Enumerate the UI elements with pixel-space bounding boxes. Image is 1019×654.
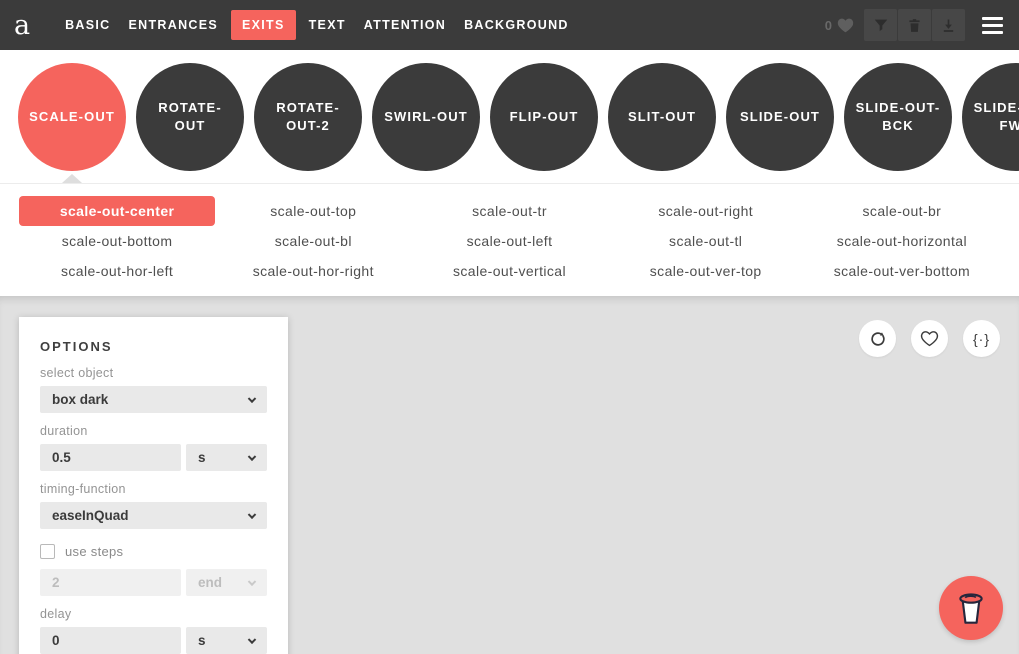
variation-scale-out-tl[interactable]: scale-out-tl — [608, 226, 804, 256]
select-object-dropdown[interactable]: box dark — [40, 386, 267, 413]
download-icon — [940, 17, 957, 34]
category-slide-out[interactable]: SLIDE-OUT — [726, 63, 834, 171]
variation-scale-out-bottom[interactable]: scale-out-bottom — [19, 226, 215, 256]
active-category-caret — [62, 174, 82, 183]
use-steps-label: use steps — [65, 544, 123, 559]
delete-button[interactable] — [898, 9, 931, 41]
category-swirl-out[interactable]: SWIRL-OUT — [372, 63, 480, 171]
favorites-count: 0 — [825, 18, 832, 33]
category-rotate-out-2[interactable]: ROTATE-OUT-2 — [254, 63, 362, 171]
code-icon: {·} — [973, 331, 990, 347]
select-object-value: box dark — [52, 392, 108, 407]
delay-unit-value: s — [198, 633, 206, 648]
chevron-down-icon — [248, 452, 256, 460]
variation-scale-out-br[interactable]: scale-out-br — [804, 196, 1000, 226]
options-title: OPTIONS — [40, 339, 267, 354]
menu-item-background[interactable]: BACKGROUND — [455, 10, 578, 40]
chevron-down-icon — [248, 577, 256, 585]
refresh-icon — [869, 330, 887, 348]
animista-logo[interactable]: a — [14, 12, 30, 39]
variation-scale-out-right[interactable]: scale-out-right — [608, 196, 804, 226]
duration-label: duration — [40, 424, 267, 438]
navbar-right: 0 — [825, 9, 1005, 41]
chevron-down-icon — [248, 510, 256, 518]
menu-item-attention[interactable]: ATTENTION — [355, 10, 455, 40]
category-rotate-out[interactable]: ROTATE-OUT — [136, 63, 244, 171]
generate-code-button[interactable]: {·} — [963, 320, 1000, 357]
variation-list: scale-out-center scale-out-top scale-out… — [0, 183, 1019, 296]
buy-coffee-button[interactable] — [939, 576, 1003, 640]
steps-count-input — [40, 569, 181, 596]
variation-scale-out-ver-top[interactable]: scale-out-ver-top — [608, 256, 804, 286]
select-object-label: select object — [40, 366, 267, 380]
menu-item-basic[interactable]: BASIC — [56, 10, 119, 40]
variation-scale-out-top[interactable]: scale-out-top — [215, 196, 411, 226]
use-steps-checkbox[interactable] — [40, 544, 55, 559]
variation-scale-out-ver-bottom[interactable]: scale-out-ver-bottom — [804, 256, 1000, 286]
steps-mode-value: end — [198, 575, 222, 590]
category-slide-out-bck[interactable]: SLIDE-OUT-BCK — [844, 63, 952, 171]
download-button[interactable] — [932, 9, 965, 41]
category-circles: SCALE-OUT ROTATE-OUT ROTATE-OUT-2 SWIRL-… — [0, 50, 1019, 183]
duration-input[interactable] — [40, 444, 181, 471]
timing-function-value: easeInQuad — [52, 508, 129, 523]
category-scale-out[interactable]: SCALE-OUT — [18, 63, 126, 171]
preview-action-buttons: {·} — [859, 320, 1000, 357]
timing-function-label: timing-function — [40, 482, 267, 496]
filter-icon — [872, 16, 890, 34]
menu-item-text[interactable]: TEXT — [300, 10, 355, 40]
variation-scale-out-vertical[interactable]: scale-out-vertical — [411, 256, 607, 286]
variation-scale-out-hor-left[interactable]: scale-out-hor-left — [19, 256, 215, 286]
variation-scale-out-center[interactable]: scale-out-center — [19, 196, 215, 226]
duration-unit-dropdown[interactable]: s — [186, 444, 267, 471]
coffee-cup-icon — [953, 588, 989, 628]
category-slit-out[interactable]: SLIT-OUT — [608, 63, 716, 171]
variation-scale-out-bl[interactable]: scale-out-bl — [215, 226, 411, 256]
filter-button[interactable] — [864, 9, 897, 41]
variation-scale-out-tr[interactable]: scale-out-tr — [411, 196, 607, 226]
chevron-down-icon — [248, 394, 256, 402]
top-navbar: a BASIC ENTRANCES EXITS TEXT ATTENTION B… — [0, 0, 1019, 50]
timing-function-dropdown[interactable]: easeInQuad — [40, 502, 267, 529]
heart-outline-icon — [920, 330, 939, 347]
favorite-animation-button[interactable] — [911, 320, 948, 357]
variation-scale-out-horizontal[interactable]: scale-out-horizontal — [804, 226, 1000, 256]
navbar-tool-buttons — [864, 9, 965, 41]
variation-scale-out-hor-right[interactable]: scale-out-hor-right — [215, 256, 411, 286]
preview-area: OPTIONS select object box dark duration … — [0, 296, 1019, 654]
variation-scale-out-left[interactable]: scale-out-left — [411, 226, 607, 256]
delay-input[interactable] — [40, 627, 181, 654]
trash-icon — [906, 17, 923, 34]
use-steps-row[interactable]: use steps — [40, 544, 267, 559]
duration-unit-value: s — [198, 450, 206, 465]
replay-animation-button[interactable] — [859, 320, 896, 357]
category-flip-out[interactable]: FLIP-OUT — [490, 63, 598, 171]
menu-item-entrances[interactable]: ENTRANCES — [120, 10, 227, 40]
heart-icon — [837, 18, 854, 33]
menu-item-exits[interactable]: EXITS — [231, 10, 296, 40]
hamburger-menu-button[interactable] — [980, 13, 1005, 38]
options-panel: OPTIONS select object box dark duration … — [19, 317, 288, 654]
steps-mode-dropdown: end — [186, 569, 267, 596]
category-slide-out-fwd[interactable]: SLIDE-OUT-FWD — [962, 63, 1019, 171]
main-menu: BASIC ENTRANCES EXITS TEXT ATTENTION BAC… — [56, 10, 578, 40]
chevron-down-icon — [248, 635, 256, 643]
delay-unit-dropdown[interactable]: s — [186, 627, 267, 654]
delay-label: delay — [40, 607, 267, 621]
